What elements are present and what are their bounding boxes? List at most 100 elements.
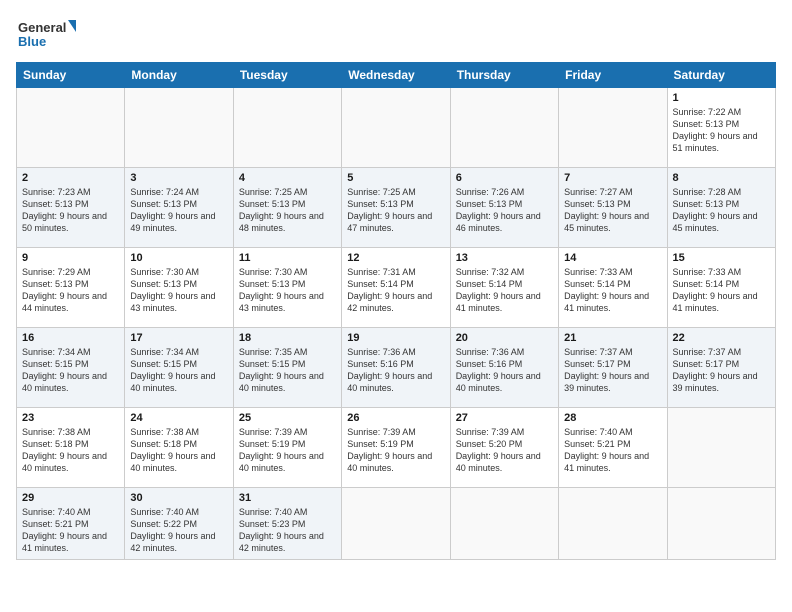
day-info: Sunrise: 7:30 AMSunset: 5:13 PMDaylight:… [130, 267, 215, 313]
day-info: Sunrise: 7:40 AMSunset: 5:22 PMDaylight:… [130, 507, 215, 553]
calendar-cell: 4 Sunrise: 7:25 AMSunset: 5:13 PMDayligh… [233, 168, 341, 248]
day-number: 2 [22, 172, 119, 184]
calendar-cell: 2 Sunrise: 7:23 AMSunset: 5:13 PMDayligh… [17, 168, 125, 248]
day-info: Sunrise: 7:29 AMSunset: 5:13 PMDaylight:… [22, 267, 107, 313]
day-number: 20 [456, 332, 553, 344]
day-info: Sunrise: 7:25 AMSunset: 5:13 PMDaylight:… [239, 187, 324, 233]
day-info: Sunrise: 7:40 AMSunset: 5:23 PMDaylight:… [239, 507, 324, 553]
day-info: Sunrise: 7:39 AMSunset: 5:19 PMDaylight:… [239, 427, 324, 473]
day-info: Sunrise: 7:22 AMSunset: 5:13 PMDaylight:… [673, 107, 758, 153]
day-info: Sunrise: 7:30 AMSunset: 5:13 PMDaylight:… [239, 267, 324, 313]
day-info: Sunrise: 7:40 AMSunset: 5:21 PMDaylight:… [22, 507, 107, 553]
day-number: 9 [22, 252, 119, 264]
calendar-cell: 15 Sunrise: 7:33 AMSunset: 5:14 PMDaylig… [667, 248, 775, 328]
calendar-cell: 9 Sunrise: 7:29 AMSunset: 5:13 PMDayligh… [17, 248, 125, 328]
day-number: 16 [22, 332, 119, 344]
calendar-cell: 10 Sunrise: 7:30 AMSunset: 5:13 PMDaylig… [125, 248, 233, 328]
calendar-cell [342, 488, 450, 560]
calendar-cell [450, 488, 558, 560]
calendar-cell [559, 488, 667, 560]
calendar-cell: 25 Sunrise: 7:39 AMSunset: 5:19 PMDaylig… [233, 408, 341, 488]
calendar-header-wednesday: Wednesday [342, 63, 450, 88]
day-number: 5 [347, 172, 444, 184]
day-info: Sunrise: 7:40 AMSunset: 5:21 PMDaylight:… [564, 427, 649, 473]
calendar-cell: 1 Sunrise: 7:22 AMSunset: 5:13 PMDayligh… [667, 88, 775, 168]
day-info: Sunrise: 7:38 AMSunset: 5:18 PMDaylight:… [22, 427, 107, 473]
day-number: 1 [673, 92, 770, 104]
calendar-cell: 27 Sunrise: 7:39 AMSunset: 5:20 PMDaylig… [450, 408, 558, 488]
day-number: 6 [456, 172, 553, 184]
day-info: Sunrise: 7:34 AMSunset: 5:15 PMDaylight:… [22, 347, 107, 393]
calendar-cell [342, 88, 450, 168]
day-info: Sunrise: 7:26 AMSunset: 5:13 PMDaylight:… [456, 187, 541, 233]
calendar-cell [233, 88, 341, 168]
day-info: Sunrise: 7:24 AMSunset: 5:13 PMDaylight:… [130, 187, 215, 233]
calendar-header-thursday: Thursday [450, 63, 558, 88]
day-number: 12 [347, 252, 444, 264]
calendar-cell [667, 488, 775, 560]
calendar-cell [17, 88, 125, 168]
day-number: 14 [564, 252, 661, 264]
day-info: Sunrise: 7:33 AMSunset: 5:14 PMDaylight:… [673, 267, 758, 313]
day-number: 23 [22, 412, 119, 424]
day-info: Sunrise: 7:31 AMSunset: 5:14 PMDaylight:… [347, 267, 432, 313]
day-info: Sunrise: 7:36 AMSunset: 5:16 PMDaylight:… [456, 347, 541, 393]
calendar-cell: 8 Sunrise: 7:28 AMSunset: 5:13 PMDayligh… [667, 168, 775, 248]
calendar-cell: 5 Sunrise: 7:25 AMSunset: 5:13 PMDayligh… [342, 168, 450, 248]
calendar-cell: 20 Sunrise: 7:36 AMSunset: 5:16 PMDaylig… [450, 328, 558, 408]
day-number: 8 [673, 172, 770, 184]
day-number: 18 [239, 332, 336, 344]
day-number: 27 [456, 412, 553, 424]
day-info: Sunrise: 7:28 AMSunset: 5:13 PMDaylight:… [673, 187, 758, 233]
day-info: Sunrise: 7:35 AMSunset: 5:15 PMDaylight:… [239, 347, 324, 393]
day-number: 4 [239, 172, 336, 184]
calendar-cell: 22 Sunrise: 7:37 AMSunset: 5:17 PMDaylig… [667, 328, 775, 408]
day-number: 24 [130, 412, 227, 424]
day-info: Sunrise: 7:37 AMSunset: 5:17 PMDaylight:… [673, 347, 758, 393]
calendar-header-tuesday: Tuesday [233, 63, 341, 88]
day-number: 11 [239, 252, 336, 264]
day-info: Sunrise: 7:38 AMSunset: 5:18 PMDaylight:… [130, 427, 215, 473]
logo-svg: General Blue [16, 16, 76, 54]
day-info: Sunrise: 7:32 AMSunset: 5:14 PMDaylight:… [456, 267, 541, 313]
day-number: 25 [239, 412, 336, 424]
day-info: Sunrise: 7:37 AMSunset: 5:17 PMDaylight:… [564, 347, 649, 393]
calendar-cell: 21 Sunrise: 7:37 AMSunset: 5:17 PMDaylig… [559, 328, 667, 408]
calendar-table: SundayMondayTuesdayWednesdayThursdayFrid… [16, 62, 776, 560]
calendar-cell: 11 Sunrise: 7:30 AMSunset: 5:13 PMDaylig… [233, 248, 341, 328]
calendar-header-sunday: Sunday [17, 63, 125, 88]
calendar-cell [667, 408, 775, 488]
calendar-cell: 28 Sunrise: 7:40 AMSunset: 5:21 PMDaylig… [559, 408, 667, 488]
day-info: Sunrise: 7:33 AMSunset: 5:14 PMDaylight:… [564, 267, 649, 313]
calendar-cell: 23 Sunrise: 7:38 AMSunset: 5:18 PMDaylig… [17, 408, 125, 488]
calendar-cell: 24 Sunrise: 7:38 AMSunset: 5:18 PMDaylig… [125, 408, 233, 488]
calendar-cell [450, 88, 558, 168]
calendar-cell: 16 Sunrise: 7:34 AMSunset: 5:15 PMDaylig… [17, 328, 125, 408]
calendar-header-monday: Monday [125, 63, 233, 88]
calendar-cell [125, 88, 233, 168]
day-info: Sunrise: 7:27 AMSunset: 5:13 PMDaylight:… [564, 187, 649, 233]
calendar-cell: 7 Sunrise: 7:27 AMSunset: 5:13 PMDayligh… [559, 168, 667, 248]
day-number: 13 [456, 252, 553, 264]
calendar-cell: 26 Sunrise: 7:39 AMSunset: 5:19 PMDaylig… [342, 408, 450, 488]
calendar-cell: 18 Sunrise: 7:35 AMSunset: 5:15 PMDaylig… [233, 328, 341, 408]
calendar-cell [559, 88, 667, 168]
day-number: 29 [22, 492, 119, 504]
logo: General Blue [16, 16, 76, 54]
calendar-cell: 19 Sunrise: 7:36 AMSunset: 5:16 PMDaylig… [342, 328, 450, 408]
day-number: 31 [239, 492, 336, 504]
day-number: 3 [130, 172, 227, 184]
calendar-cell: 3 Sunrise: 7:24 AMSunset: 5:13 PMDayligh… [125, 168, 233, 248]
day-number: 28 [564, 412, 661, 424]
day-number: 7 [564, 172, 661, 184]
day-info: Sunrise: 7:36 AMSunset: 5:16 PMDaylight:… [347, 347, 432, 393]
day-number: 21 [564, 332, 661, 344]
svg-text:Blue: Blue [18, 34, 46, 49]
calendar-cell: 31 Sunrise: 7:40 AMSunset: 5:23 PMDaylig… [233, 488, 341, 560]
calendar-cell: 13 Sunrise: 7:32 AMSunset: 5:14 PMDaylig… [450, 248, 558, 328]
calendar-cell: 17 Sunrise: 7:34 AMSunset: 5:15 PMDaylig… [125, 328, 233, 408]
calendar-cell: 29 Sunrise: 7:40 AMSunset: 5:21 PMDaylig… [17, 488, 125, 560]
calendar-cell: 6 Sunrise: 7:26 AMSunset: 5:13 PMDayligh… [450, 168, 558, 248]
day-number: 26 [347, 412, 444, 424]
day-number: 30 [130, 492, 227, 504]
